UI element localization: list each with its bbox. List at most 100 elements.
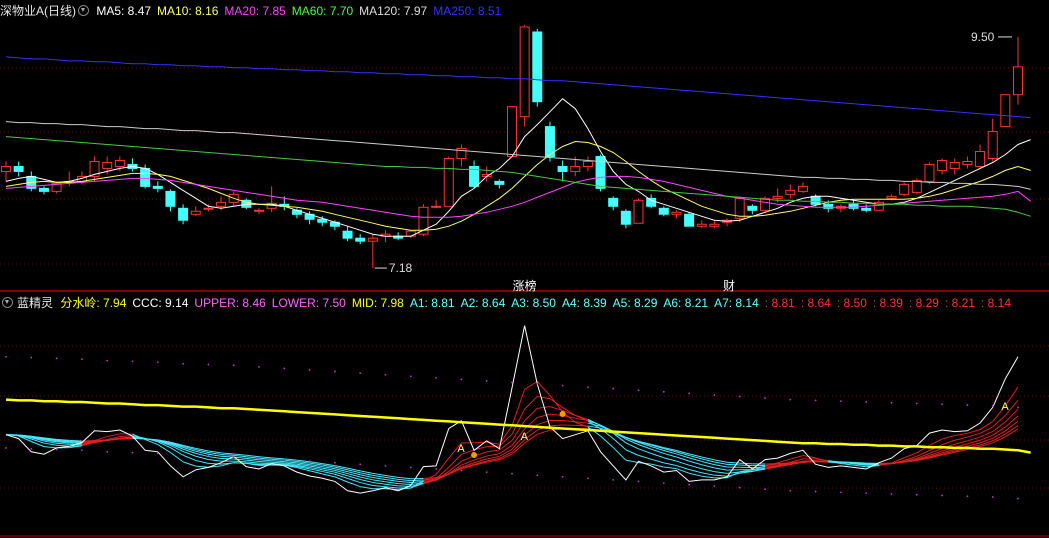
candle[interactable]	[835, 204, 846, 213]
ind-16: : 8.29	[908, 296, 939, 310]
ribbon-segment	[954, 432, 968, 437]
candle[interactable]	[949, 158, 960, 175]
candle[interactable]	[861, 204, 872, 213]
candle[interactable]	[38, 186, 49, 195]
candle[interactable]	[456, 144, 467, 167]
candles[interactable]	[1, 24, 1023, 269]
candle[interactable]	[89, 156, 100, 182]
upper-dot	[941, 403, 943, 406]
lower-dot	[764, 488, 766, 491]
ribbon-segment	[410, 479, 424, 482]
upper-dot	[460, 378, 463, 381]
candle[interactable]	[911, 178, 922, 195]
candle-body	[696, 223, 707, 227]
lower-dot	[890, 493, 893, 495]
ribbon-segment	[347, 481, 361, 488]
lower-dot	[131, 451, 134, 454]
candle[interactable]	[684, 212, 695, 227]
ribbon-segment	[360, 486, 373, 490]
ribbon-segment	[537, 395, 551, 400]
upper-dot	[1017, 406, 1019, 409]
candle[interactable]	[13, 161, 24, 177]
candle[interactable]	[51, 181, 62, 194]
candle[interactable]	[582, 156, 593, 172]
stock-chart[interactable]: 9.50 7.18 涨榜 财 A A A	[0, 0, 1049, 538]
candle[interactable]	[722, 218, 733, 227]
candle-body	[494, 180, 505, 185]
ribbon-segment	[360, 482, 373, 486]
candle[interactable]	[469, 160, 480, 189]
candle[interactable]	[544, 121, 555, 162]
candle[interactable]	[443, 156, 454, 207]
candle[interactable]	[1, 161, 11, 182]
candle[interactable]	[1013, 36, 1023, 105]
upper-dot	[789, 398, 792, 401]
candle[interactable]	[937, 158, 948, 175]
candle[interactable]	[532, 28, 543, 107]
lower-dot	[359, 463, 362, 466]
ribbon-segment	[701, 475, 715, 479]
candle[interactable]	[671, 210, 682, 219]
candle[interactable]	[178, 204, 189, 225]
candle[interactable]	[658, 206, 669, 217]
candle-body	[38, 187, 49, 192]
candle[interactable]	[26, 171, 37, 192]
candle[interactable]	[342, 226, 353, 242]
candle[interactable]	[734, 196, 745, 223]
lower-dot	[334, 461, 336, 464]
ind-15: : 8.39	[872, 296, 903, 310]
ribbon-segment	[967, 432, 981, 438]
ind-11: A7: 8.14	[714, 296, 759, 310]
lower-dot	[308, 460, 311, 463]
candle[interactable]	[254, 208, 264, 215]
candle-body	[797, 185, 808, 192]
candle[interactable]	[165, 189, 176, 212]
lower-dot	[156, 452, 159, 455]
chevron-down-icon[interactable]	[2, 297, 13, 309]
candle[interactable]	[367, 234, 378, 269]
ma-5: MA250: 8.51	[433, 4, 502, 18]
candle[interactable]	[747, 204, 758, 215]
candle[interactable]	[519, 24, 530, 127]
ribbon-segment	[221, 452, 234, 455]
ribbon-segment	[954, 440, 968, 445]
candle[interactable]	[507, 106, 517, 157]
candle[interactable]	[987, 118, 998, 162]
candle[interactable]	[494, 179, 505, 189]
candle[interactable]	[620, 209, 631, 229]
ribbon-segment	[663, 466, 677, 470]
candle[interactable]	[785, 184, 796, 199]
ribbon-segment	[701, 472, 715, 476]
candle[interactable]	[431, 200, 442, 209]
candle[interactable]	[899, 182, 910, 197]
ribbon-segment	[195, 455, 209, 461]
candle[interactable]	[127, 158, 138, 172]
candle[interactable]	[557, 160, 568, 182]
candle[interactable]	[190, 206, 201, 217]
ribbon-segment	[676, 460, 690, 466]
candle[interactable]	[797, 182, 808, 194]
candle[interactable]	[696, 220, 707, 229]
candle-body	[937, 159, 948, 171]
candle-body	[13, 165, 24, 172]
ribbon-segment	[714, 467, 728, 471]
candle[interactable]	[152, 181, 163, 193]
candle[interactable]	[848, 200, 859, 211]
candle[interactable]	[633, 198, 644, 224]
ribbon-segment	[372, 479, 386, 483]
ribbon-segment	[612, 438, 627, 451]
candle[interactable]	[1000, 94, 1011, 128]
candle[interactable]	[709, 220, 720, 229]
chevron-down-icon[interactable]	[78, 5, 89, 17]
candle[interactable]	[203, 204, 214, 212]
lower-dot	[81, 449, 83, 452]
ribbon-segment	[992, 421, 1006, 432]
candle[interactable]	[355, 234, 366, 245]
candle[interactable]	[975, 144, 986, 169]
candle[interactable]	[924, 162, 935, 185]
candle[interactable]	[962, 156, 973, 169]
candle[interactable]	[608, 196, 619, 211]
ribbon-segment	[701, 464, 715, 469]
upper-dot	[536, 383, 539, 385]
upper-dot	[637, 389, 640, 392]
